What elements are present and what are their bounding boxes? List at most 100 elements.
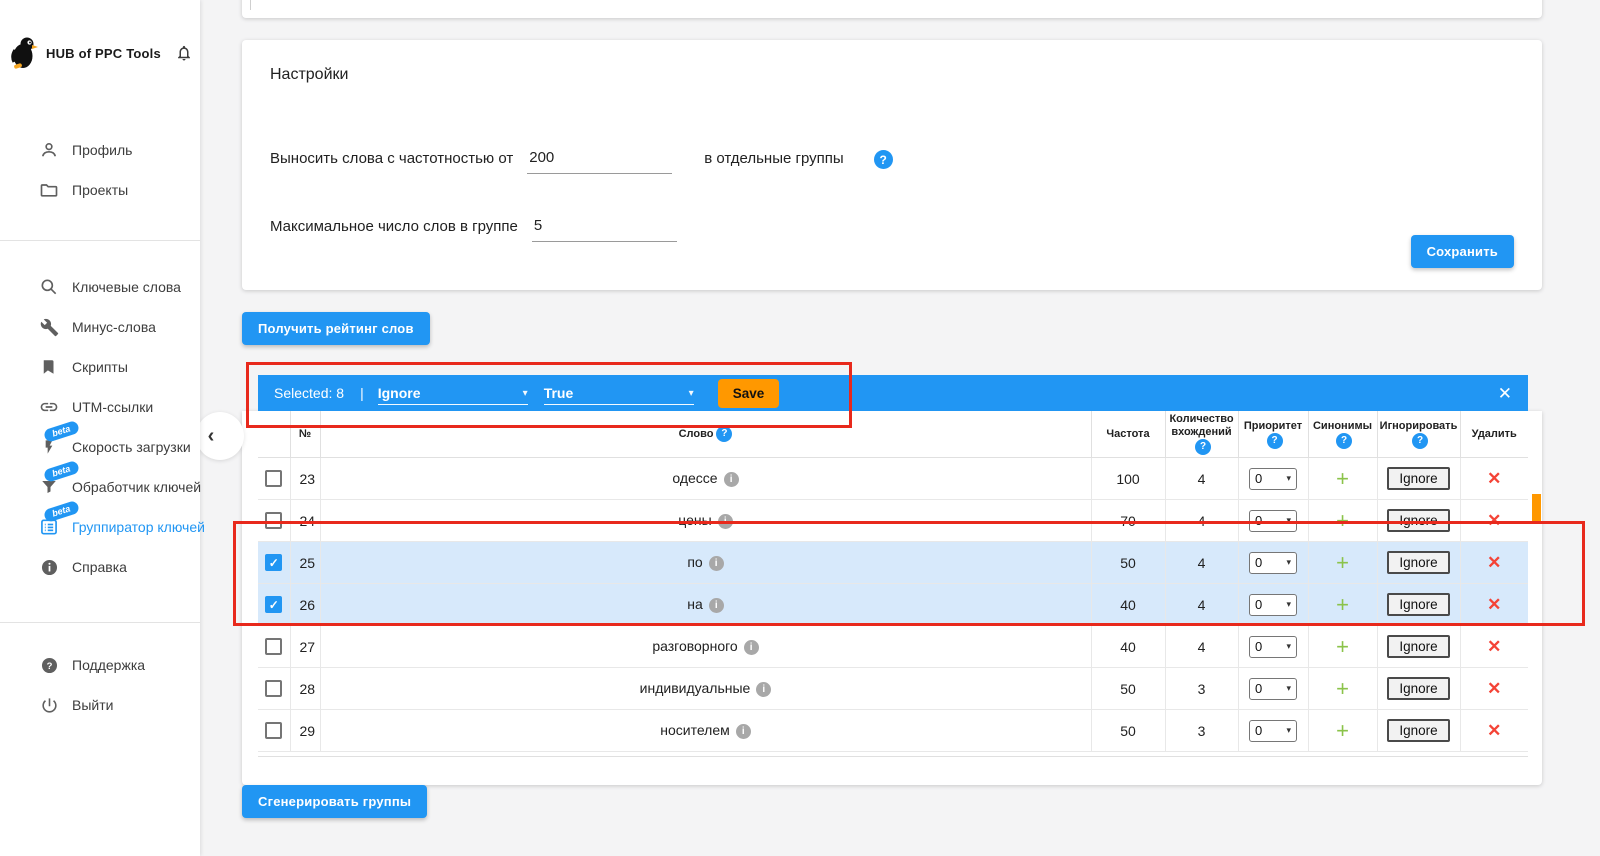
table-row: 27 разговорного i 40 4 0 ▾ + Ignore ✕	[258, 625, 1528, 669]
chevron-down-icon: ▾	[1286, 599, 1291, 610]
info-icon[interactable]: i	[756, 682, 772, 698]
delete-icon[interactable]: ✕	[1487, 721, 1501, 740]
priority-select[interactable]: 0 ▾	[1249, 719, 1297, 742]
delete-icon[interactable]: ✕	[1487, 553, 1501, 572]
sidebar-item-label: Обработчик ключей	[72, 479, 202, 495]
add-synonym-button[interactable]: +	[1336, 466, 1349, 491]
folder-icon	[38, 179, 60, 201]
column-header: №	[289, 411, 321, 459]
priority-select[interactable]: 0 ▾	[1249, 509, 1297, 532]
penguin-logo-icon	[10, 36, 38, 70]
priority-value: 0	[1255, 681, 1263, 697]
priority-select[interactable]: 0 ▾	[1249, 635, 1297, 658]
frequency-threshold-input[interactable]	[527, 149, 673, 174]
ignore-button[interactable]: Ignore	[1387, 677, 1450, 701]
help-icon[interactable]: ?	[1336, 432, 1352, 449]
row-checkbox[interactable]	[265, 470, 283, 488]
add-synonym-button[interactable]: +	[1336, 550, 1349, 575]
help-icon[interactable]: ?	[1412, 432, 1428, 449]
save-settings-button[interactable]: Сохранить	[1410, 235, 1514, 268]
chevron-left-icon: ‹	[207, 424, 215, 447]
row-number: 23	[289, 457, 321, 501]
help-icon[interactable]: ?	[1195, 439, 1211, 456]
column-header-label: Удалить	[1471, 427, 1517, 440]
sidebar-item-key-grouper[interactable]: beta Группиратор ключей	[0, 499, 205, 547]
info-icon[interactable]: i	[717, 514, 733, 530]
sidebar-item-reference[interactable]: Справка	[0, 547, 200, 587]
sidebar-item-scripts[interactable]: Скрипты	[0, 347, 200, 387]
bulk-save-button[interactable]: Save	[717, 378, 780, 408]
frequency-value: 50	[1090, 541, 1166, 585]
delete-icon[interactable]: ✕	[1487, 595, 1501, 614]
sidebar-item-profile[interactable]: Профиль	[0, 130, 200, 170]
row-checkbox[interactable]	[265, 638, 283, 656]
priority-select[interactable]: 0 ▾	[1249, 677, 1297, 700]
ignore-button[interactable]: Ignore	[1387, 593, 1450, 617]
column-header-label: Частота	[1106, 427, 1150, 440]
delete-icon[interactable]: ✕	[1487, 637, 1501, 656]
max-words-setting-row: Максимальное число слов в группе	[270, 208, 677, 242]
sidebar-collapse-button[interactable]: ‹	[196, 412, 244, 460]
generate-groups-button[interactable]: Сгенерировать группы	[242, 785, 428, 818]
chevron-down-icon: ▾	[1286, 725, 1291, 736]
sidebar-item-support[interactable]: ? Поддержка	[0, 645, 200, 685]
sidebar-item-logout[interactable]: Выйти	[0, 685, 200, 725]
frequency-value: 70	[1090, 499, 1166, 543]
settings-card: Настройки Выносить слова с частотностью …	[242, 40, 1542, 290]
toolbar-divider: |	[360, 385, 364, 401]
sidebar-item-key-processor[interactable]: beta Обработчик ключей	[0, 459, 202, 507]
word-text: индивидуальные	[639, 680, 751, 697]
add-synonym-button[interactable]: +	[1336, 718, 1349, 743]
sidebar-item-projects[interactable]: Проекты	[0, 170, 200, 210]
table-scrollbar-thumb[interactable]	[1532, 494, 1541, 521]
ignore-button[interactable]: Ignore	[1387, 719, 1450, 743]
info-icon[interactable]: i	[723, 472, 739, 488]
bulk-action-value: Ignore	[377, 385, 421, 401]
notifications-bell-icon[interactable]	[175, 43, 193, 63]
add-synonym-button[interactable]: +	[1336, 508, 1349, 533]
ignore-button[interactable]: Ignore	[1387, 635, 1450, 659]
delete-icon[interactable]: ✕	[1487, 469, 1501, 488]
add-synonym-button[interactable]: +	[1336, 634, 1349, 659]
ignore-button[interactable]: Ignore	[1387, 467, 1450, 491]
occurrence-count: 4	[1164, 499, 1239, 543]
get-word-rating-button[interactable]: Получить рейтинг слов	[242, 312, 430, 345]
words-table-card: № Слово? Частота Количество вхождений? Приор…	[242, 411, 1542, 785]
word-text: цены	[678, 512, 712, 529]
info-icon[interactable]: i	[708, 556, 724, 572]
help-icon[interactable]: ?	[873, 150, 893, 169]
ignore-button[interactable]: Ignore	[1387, 509, 1450, 533]
sidebar-item-minus-words[interactable]: Минус-слова	[0, 307, 200, 347]
info-icon[interactable]: i	[743, 640, 759, 656]
add-synonym-button[interactable]: +	[1336, 592, 1349, 617]
max-words-input[interactable]	[531, 217, 677, 242]
sidebar-item-label: Выйти	[72, 697, 114, 713]
table-row: 26наi4040▾+Ignore✕	[258, 583, 1528, 627]
row-checkbox[interactable]	[265, 512, 283, 530]
delete-icon[interactable]: ✕	[1487, 511, 1501, 530]
sidebar-item-keywords[interactable]: Ключевые слова	[0, 267, 200, 307]
priority-select[interactable]: 0 ▾	[1249, 551, 1297, 574]
close-icon[interactable]: ✕	[1498, 385, 1512, 402]
sidebar: HUB of PPC Tools Профиль Проекты Ключевы…	[0, 0, 205, 856]
occurrence-count: 4	[1164, 583, 1239, 627]
priority-select[interactable]: 0 ▾	[1249, 467, 1297, 490]
sidebar-item-page-speed[interactable]: beta Скорость загрузки	[0, 419, 200, 467]
row-number: 28	[289, 667, 321, 711]
ignore-button[interactable]: Ignore	[1387, 551, 1450, 575]
sidebar-item-utm-links[interactable]: UTM-ссылки	[0, 387, 200, 427]
row-checkbox[interactable]	[265, 596, 283, 614]
add-synonym-button[interactable]: +	[1336, 676, 1349, 701]
help-icon[interactable]: ?	[1266, 432, 1283, 449]
priority-select[interactable]: 0 ▾	[1249, 593, 1297, 616]
info-icon[interactable]: i	[708, 598, 724, 614]
chevron-down-icon: ▾	[688, 388, 694, 399]
bulk-value-select[interactable]: True ▾	[543, 381, 694, 405]
delete-icon[interactable]: ✕	[1487, 679, 1501, 698]
row-checkbox[interactable]	[265, 680, 283, 698]
info-icon[interactable]: i	[735, 724, 751, 740]
help-icon[interactable]: ?	[716, 426, 733, 443]
row-checkbox[interactable]	[265, 722, 283, 740]
bulk-action-select[interactable]: Ignore ▾	[377, 381, 528, 405]
row-checkbox[interactable]	[265, 554, 283, 572]
